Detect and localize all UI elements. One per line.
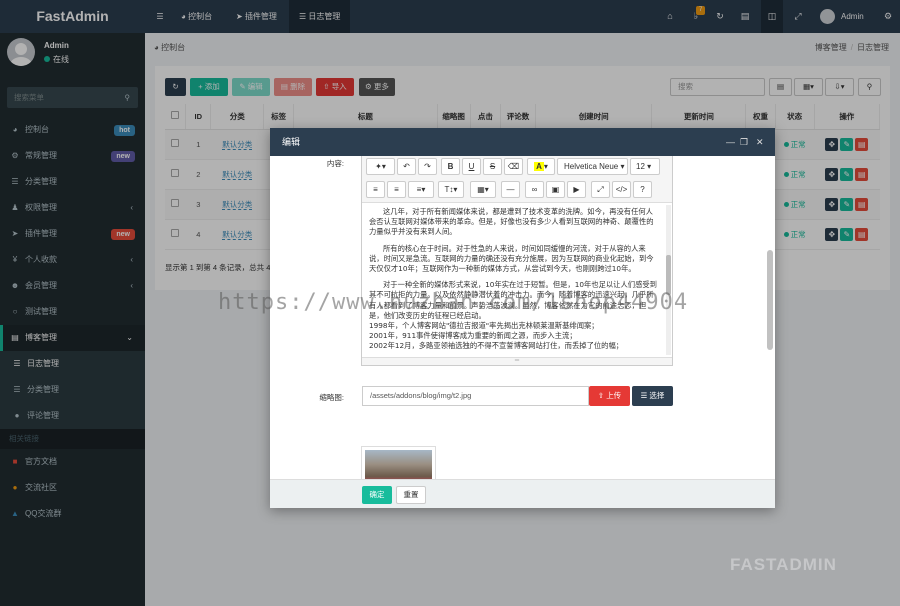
maximize-icon[interactable]: ❐	[740, 128, 748, 156]
dialog-body: 内容: ✦▾ ↶ ↷ B U S ⌫ A ▾ Helvetica Neue ▾ 1…	[270, 156, 775, 479]
thumbnail-preview[interactable]	[361, 446, 436, 479]
font-size-select[interactable]: 12 ▾	[630, 158, 660, 175]
eraser-icon[interactable]: ⌫	[504, 158, 523, 175]
table-icon[interactable]: ▦▾	[470, 181, 496, 198]
underline-icon[interactable]: U	[462, 158, 481, 175]
line-height-icon[interactable]: T↕▾	[438, 181, 464, 198]
image-icon[interactable]: ▣	[546, 181, 565, 198]
editor-paragraph: 这几年，对于所有新闻媒体来说，都是遭到了技术变革的洗牌。如今，再没有任何人会否认…	[369, 207, 654, 237]
editor-resize-handle[interactable]: ═	[362, 357, 672, 365]
thumbnail-input[interactable]: /assets/addons/blog/img/t2.jpg	[362, 386, 589, 406]
watermark: https://www.huzhan.com/1shop44904	[218, 290, 689, 315]
fastadmin-watermark: FASTADMIN	[730, 555, 837, 574]
close-icon[interactable]: ✕	[756, 128, 764, 156]
bold-icon[interactable]: B	[441, 158, 460, 175]
dialog-title: 编辑	[282, 137, 301, 147]
editor-content[interactable]: 这几年，对于所有新闻媒体来说，都是遭到了技术变革的洗牌。如今，再没有任何人会否认…	[369, 207, 659, 352]
font-family-select[interactable]: Helvetica Neue ▾	[557, 158, 628, 175]
horizontal-rule-icon[interactable]: —	[501, 181, 520, 198]
undo-icon[interactable]: ↶	[397, 158, 416, 175]
dialog-scrollbar[interactable]	[767, 190, 773, 479]
link-icon[interactable]: ∞	[525, 181, 544, 198]
edit-dialog: 编辑 — ❐ ✕ 内容: ✦▾ ↶ ↷ B U S ⌫ A ▾ Helvetica…	[270, 128, 775, 508]
redo-icon[interactable]: ↷	[418, 158, 437, 175]
dialog-footer: 确定 重置	[270, 479, 775, 508]
editor-toolbar: ✦▾ ↶ ↷ B U S ⌫ A ▾ Helvetica Neue ▾ 12 ▾ …	[362, 156, 672, 203]
reset-button[interactable]: 重置	[396, 486, 426, 504]
fullscreen-icon[interactable]: ⤢	[591, 181, 610, 198]
choose-button[interactable]: ☰ 选择	[632, 386, 673, 406]
confirm-button[interactable]: 确定	[362, 486, 392, 504]
minimize-icon[interactable]: —	[726, 128, 735, 156]
strikethrough-icon[interactable]: S	[483, 158, 502, 175]
help-icon[interactable]: ?	[633, 181, 652, 198]
bullet-list-icon[interactable]: ≡	[366, 181, 385, 198]
dialog-header: 编辑 — ❐ ✕	[270, 128, 775, 156]
editor-paragraph: 所有的核心在于时间。对于性急的人来说，时间如同缓慢的河流，对于从容的人来说，时间…	[369, 243, 654, 274]
thumbnail-image	[365, 450, 432, 479]
thumbnail-label: 缩略图:	[319, 393, 344, 402]
code-view-icon[interactable]: </>	[612, 181, 631, 198]
magic-wand-icon[interactable]: ✦▾	[366, 158, 395, 175]
numbered-list-icon[interactable]: ≡	[387, 181, 406, 198]
video-icon[interactable]: ▶	[567, 181, 586, 198]
content-label: 内容:	[326, 159, 344, 168]
editor-line: 2001年，911事件使得博客成为重要的新闻之源，而步入主流；	[369, 331, 577, 341]
text-color-icon[interactable]: A ▾	[527, 158, 555, 175]
editor-scrollbar[interactable]	[666, 205, 671, 355]
rich-text-editor[interactable]: ✦▾ ↶ ↷ B U S ⌫ A ▾ Helvetica Neue ▾ 12 ▾ …	[361, 156, 673, 366]
upload-button[interactable]: ⇧ 上传	[589, 386, 630, 406]
editor-line: 1998年，个人博客网站"德拉吉报道"率先揭出克林顿莱温斯基绯闻案；	[369, 321, 599, 331]
editor-line: 2002年12月，多路亚领袖选独的不得不宣誓博客网站打住，而丢掉了位的幅；	[369, 341, 624, 351]
align-icon[interactable]: ≡▾	[408, 181, 434, 198]
